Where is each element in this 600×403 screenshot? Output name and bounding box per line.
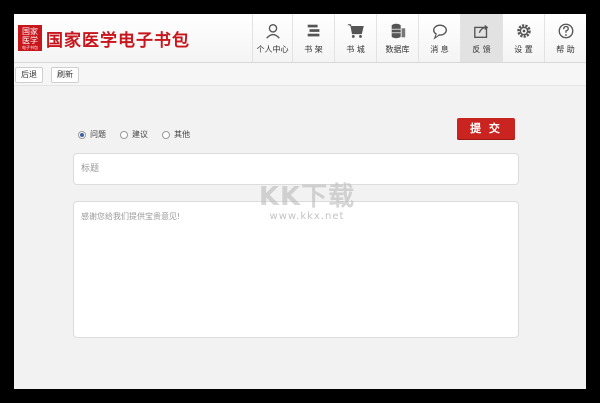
logo-seal-line3: 电子书包: [22, 45, 38, 50]
nav-label: 书 城: [346, 45, 365, 54]
radio-other[interactable]: 其他: [162, 129, 190, 140]
message-icon: [432, 24, 447, 40]
feedback-content-textarea[interactable]: 感谢您给我们提供宝贵意见!: [73, 201, 519, 338]
nav-item-bookshelf[interactable]: 书 架: [292, 14, 334, 62]
nav-item-profile[interactable]: 个人中心: [252, 14, 292, 62]
nav-label: 消 息: [430, 45, 449, 54]
feedback-type-group: 问题 建议 其他: [78, 129, 204, 140]
nav-label: 帮 助: [556, 45, 575, 54]
browser-toolbar: 后退 刷新: [14, 63, 586, 86]
share-icon: [473, 24, 488, 38]
database-icon: [391, 23, 405, 39]
user-icon: [265, 24, 280, 39]
radio-suggestion[interactable]: 建议: [120, 129, 148, 140]
logo-seal-line1: 国家: [22, 27, 38, 36]
nav-item-settings[interactable]: 设 置: [502, 14, 544, 62]
nav-item-database[interactable]: 数据库: [376, 14, 418, 62]
logo-seal-line2: 医学: [22, 36, 38, 45]
help-icon: [558, 23, 573, 39]
radio-label: 问题: [90, 130, 106, 139]
logo-title: 国家医学电子书包: [46, 30, 190, 51]
radio-label: 其他: [174, 130, 190, 139]
app-window: 国家 医学 电子书包 国家医学电子书包 个人中心 书 架 书 城 数据库 消 息…: [14, 14, 586, 389]
refresh-button[interactable]: 刷新: [51, 67, 79, 83]
logo-seal: 国家 医学 电子书包: [18, 25, 42, 51]
nav-label: 个人中心: [256, 45, 289, 54]
top-bar: 国家 医学 电子书包 国家医学电子书包 个人中心 书 架 书 城 数据库 消 息…: [14, 14, 586, 63]
nav-item-feedback[interactable]: 反 馈: [460, 14, 502, 62]
nav-item-messages[interactable]: 消 息: [418, 14, 460, 62]
bookshelf-icon: [307, 24, 319, 37]
nav-label: 数据库: [385, 45, 410, 54]
nav-label: 设 置: [514, 45, 533, 54]
cart-icon: [347, 24, 364, 38]
nav-label: 书 架: [304, 45, 323, 54]
title-input[interactable]: 标题: [73, 153, 519, 185]
nav-item-help[interactable]: 帮 助: [544, 14, 586, 62]
nav-label: 反 馈: [472, 45, 491, 54]
radio-label: 建议: [132, 130, 148, 139]
gear-icon: [516, 24, 531, 38]
app-logo: 国家 医学 电子书包 国家医学电子书包: [18, 24, 190, 52]
radio-dot[interactable]: [78, 130, 86, 139]
submit-button[interactable]: 提 交: [457, 118, 515, 140]
radio-dot[interactable]: [120, 130, 128, 139]
back-button[interactable]: 后退: [15, 67, 43, 83]
radio-dot[interactable]: [162, 130, 170, 139]
radio-question[interactable]: 问题: [78, 129, 106, 140]
main-nav: 个人中心 书 架 书 城 数据库 消 息 反 馈 设 置 帮 助: [252, 14, 586, 62]
nav-item-bookstore[interactable]: 书 城: [334, 14, 376, 62]
